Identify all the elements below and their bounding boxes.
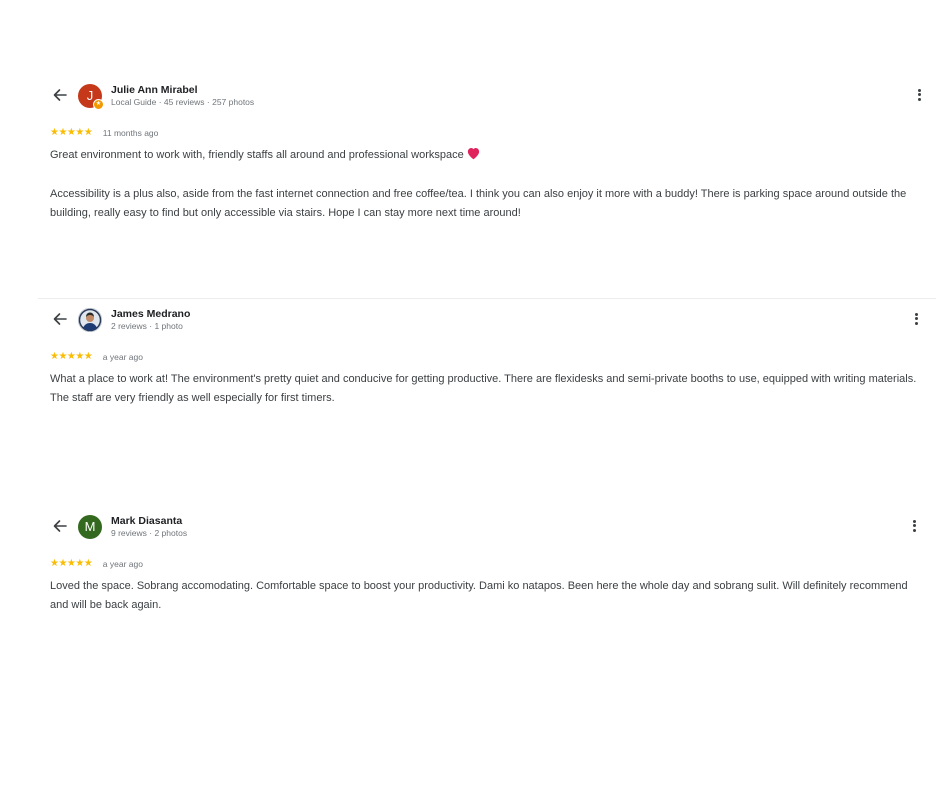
- divider: [38, 298, 936, 299]
- reviewer-meta: 2 reviews · 1 photo: [111, 321, 183, 331]
- back-arrow-icon[interactable]: [50, 85, 70, 105]
- review-text: What a place to work at! The environment…: [50, 370, 920, 408]
- review-text: Loved the space. Sobrang accomodating. C…: [50, 577, 920, 615]
- review-date: a year ago: [102, 558, 143, 569]
- reviewer-meta: Local Guide · 45 reviews · 257 photos: [111, 97, 255, 107]
- avatar[interactable]: J ★: [78, 84, 104, 110]
- local-guide-badge-icon: ★: [93, 99, 104, 110]
- star-rating: ★★★★★: [50, 127, 93, 139]
- more-options-icon[interactable]: [915, 87, 923, 103]
- review-date: a year ago: [102, 351, 143, 362]
- review-paragraph: What a place to work at! The environment…: [50, 373, 917, 404]
- reviewer-name[interactable]: Mark Diasanta: [111, 515, 182, 527]
- reviewer-meta: 9 reviews · 2 photos: [111, 528, 188, 538]
- back-arrow-icon[interactable]: [50, 309, 70, 329]
- star-rating: ★★★★★: [50, 351, 93, 363]
- star-rating: ★★★★★: [50, 558, 93, 570]
- back-arrow-icon[interactable]: [50, 516, 70, 536]
- heart-icon: [466, 146, 481, 167]
- review-paragraph: Accessibility is a plus also, aside from…: [50, 188, 907, 219]
- review-date: 11 months ago: [102, 127, 159, 138]
- reviewer-name[interactable]: James Medrano: [111, 308, 190, 320]
- avatar[interactable]: [78, 308, 102, 332]
- rating-row: ★★★★★ 11 months ago: [50, 124, 159, 139]
- reviewer-name[interactable]: Julie Ann Mirabel: [111, 84, 198, 96]
- rating-row: ★★★★★ a year ago: [50, 348, 143, 363]
- more-options-icon[interactable]: [912, 311, 920, 327]
- rating-row: ★★★★★ a year ago: [50, 555, 143, 570]
- avatar-photo: [78, 308, 102, 332]
- avatar[interactable]: M: [78, 515, 102, 539]
- avatar-letter: J: [86, 88, 94, 103]
- more-options-icon[interactable]: [910, 518, 918, 534]
- review-paragraph: Loved the space. Sobrang accomodating. C…: [50, 580, 908, 611]
- review-paragraph: Great environment to work with, friendly…: [50, 149, 464, 161]
- avatar-letter: M: [84, 519, 96, 534]
- review-text: Great environment to work with, friendly…: [50, 146, 920, 223]
